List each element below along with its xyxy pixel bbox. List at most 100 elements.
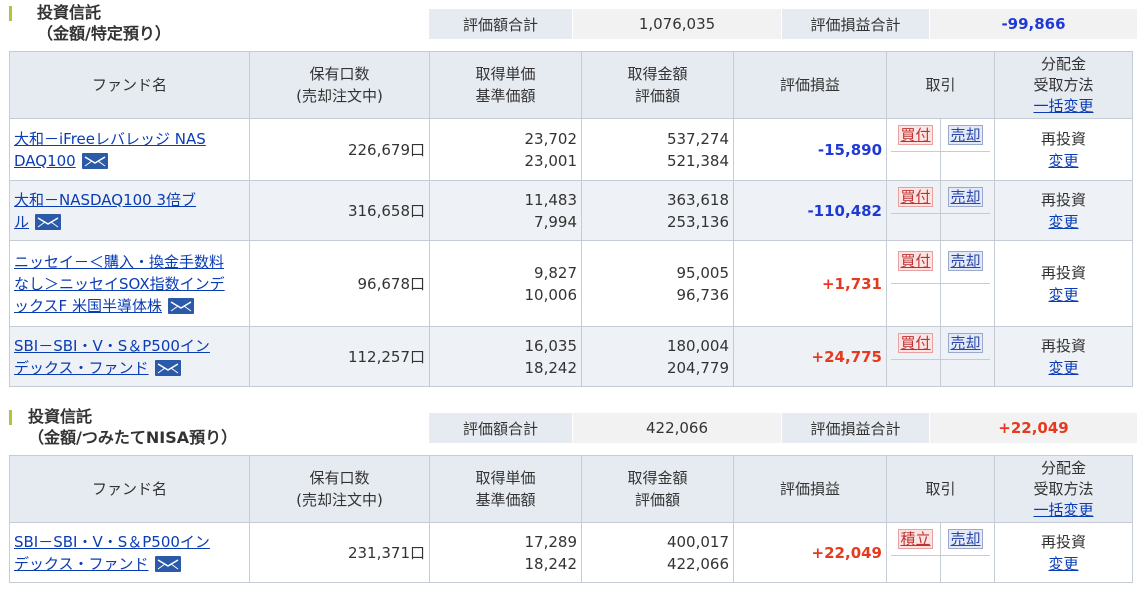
table-row: 大和－NASDAQ100 3倍ブル 316,658口 11,483 7,994 3… — [9, 180, 1133, 241]
total-value: 1,076,035 — [572, 9, 782, 39]
bulk-change-link[interactable]: 一括変更 — [1033, 501, 1093, 519]
accumulate-button[interactable]: 積立 — [898, 529, 933, 549]
distribution-change-link[interactable]: 変更 — [1048, 555, 1078, 573]
total-value-label: 評価額合計 — [429, 9, 573, 39]
fund-name-cell: 大和－NASDAQ100 3倍ブル — [9, 180, 250, 241]
distribution-cell: 再投資 変更 — [994, 180, 1133, 241]
section-title: 投資信託 — [28, 407, 93, 426]
trade-cell: 買付 売却 — [886, 240, 995, 327]
fund-name-cell: 大和－iFreeレバレッジ NAS DAQ100 — [9, 118, 250, 181]
price-cell: 17,289 18,242 — [429, 522, 582, 583]
amount-cell: 363,618 253,136 — [581, 180, 734, 241]
pl-cell: +1,731 — [733, 240, 887, 327]
holdings-table: ファンド名 保有口数 (売却注文中) 取得単価 基準価額 取得金額 評価額 評価損益 … — [9, 455, 1133, 583]
mail-icon[interactable] — [167, 298, 194, 314]
fund-link[interactable]: 大和－iFreeレバレッジ NAS DAQ100 — [14, 130, 206, 170]
header-units: 保有口数 (売却注文中) — [249, 455, 430, 523]
header-units: 保有口数 (売却注文中) — [249, 51, 430, 119]
mail-icon[interactable] — [154, 360, 181, 376]
amount-cell: 537,274 521,384 — [581, 118, 734, 181]
distribution-change-link[interactable]: 変更 — [1048, 213, 1078, 231]
table-row: SBI－SBI・V・S＆P500イン デックス・ファンド 231,371口 17,… — [9, 522, 1133, 583]
section-header: 投資信託 （金額/つみたてNISA預り） 評価額合計 422,066 評価損益合… — [0, 404, 1140, 452]
distribution-cell: 再投資 変更 — [994, 522, 1133, 583]
distribution-cell: 再投資 変更 — [994, 118, 1133, 181]
buy-button[interactable]: 買付 — [898, 125, 933, 145]
fund-name-cell: ニッセイ－＜購入・換金手数料 なし＞ニッセイSOX指数インデ ックスF 米国半導体株 — [9, 240, 250, 327]
total-value-label: 評価額合計 — [429, 413, 573, 443]
trade-cell: 積立 売却 — [886, 522, 995, 583]
header-distribution: 分配金 受取方法 一括変更 — [994, 455, 1133, 523]
sell-button[interactable]: 売却 — [948, 251, 983, 271]
total-pl-value: +22,049 — [929, 413, 1137, 443]
fund-name-cell: SBI－SBI・V・S＆P500イン デックス・ファンド — [9, 522, 250, 583]
mail-icon[interactable] — [154, 556, 181, 572]
distribution-change-link[interactable]: 変更 — [1048, 286, 1078, 304]
mail-icon[interactable] — [35, 214, 62, 230]
units-cell: 226,679口 — [249, 118, 430, 181]
holdings-table: ファンド名 保有口数 (売却注文中) 取得単価 基準価額 取得金額 評価額 評価損益 … — [9, 51, 1133, 387]
price-cell: 16,035 18,242 — [429, 326, 582, 387]
header-distribution: 分配金 受取方法 一括変更 — [994, 51, 1133, 119]
distribution-change-link[interactable]: 変更 — [1048, 152, 1078, 170]
fund-section-tokutei: 投資信託 （金額/特定預り） 評価額合計 1,076,035 評価損益合計 -9… — [0, 0, 1140, 392]
fund-name-cell: SBI－SBI・V・S＆P500イン デックス・ファンド — [9, 326, 250, 387]
table-row: ニッセイ－＜購入・換金手数料 なし＞ニッセイSOX指数インデ ックスF 米国半導体株… — [9, 240, 1133, 327]
trade-cell: 買付 売却 — [886, 180, 995, 241]
total-value: 422,066 — [572, 413, 782, 443]
table-header-row: ファンド名 保有口数 (売却注文中) 取得単価 基準価額 取得金額 評価額 評価損益 … — [9, 455, 1133, 523]
header-pl: 評価損益 — [733, 455, 887, 523]
header-amount: 取得金額 評価額 — [581, 455, 734, 523]
sell-button[interactable]: 売却 — [948, 333, 983, 353]
distribution-cell: 再投資 変更 — [994, 326, 1133, 387]
amount-cell: 180,004 204,779 — [581, 326, 734, 387]
header-amount: 取得金額 評価額 — [581, 51, 734, 119]
summary-table: 評価額合計 422,066 評価損益合計 +22,049 — [429, 413, 1137, 443]
amount-cell: 95,005 96,736 — [581, 240, 734, 327]
units-cell: 96,678口 — [249, 240, 430, 327]
units-cell: 112,257口 — [249, 326, 430, 387]
sell-button[interactable]: 売却 — [948, 125, 983, 145]
section-title: 投資信託 — [37, 3, 102, 22]
header-trade: 取引 — [886, 51, 995, 119]
pl-cell: -15,890 — [733, 118, 887, 181]
section-marker — [9, 6, 12, 21]
total-pl-label: 評価損益合計 — [781, 413, 930, 443]
section-header: 投資信託 （金額/特定預り） 評価額合計 1,076,035 評価損益合計 -9… — [0, 0, 1140, 48]
price-cell: 9,827 10,006 — [429, 240, 582, 327]
trade-cell: 買付 売却 — [886, 118, 995, 181]
total-pl-value: -99,866 — [929, 9, 1137, 39]
table-row: 大和－iFreeレバレッジ NAS DAQ100 226,679口 23,702 2… — [9, 118, 1133, 181]
buy-button[interactable]: 買付 — [898, 187, 933, 207]
header-fund-name: ファンド名 — [9, 455, 250, 523]
pl-cell: +24,775 — [733, 326, 887, 387]
mail-icon[interactable] — [81, 153, 108, 169]
header-trade: 取引 — [886, 455, 995, 523]
total-pl-label: 評価損益合計 — [781, 9, 930, 39]
summary-table: 評価額合計 1,076,035 評価損益合計 -99,866 — [429, 9, 1137, 39]
trade-cell: 買付 売却 — [886, 326, 995, 387]
distribution-change-link[interactable]: 変更 — [1048, 359, 1078, 377]
table-header-row: ファンド名 保有口数 (売却注文中) 取得単価 基準価額 取得金額 評価額 評価損益 … — [9, 51, 1133, 119]
units-cell: 231,371口 — [249, 522, 430, 583]
section-subtitle: （金額/つみたてNISA預り） — [28, 428, 238, 447]
pl-cell: -110,482 — [733, 180, 887, 241]
fund-section-nisa: 投資信託 （金額/つみたてNISA預り） 評価額合計 422,066 評価損益合… — [0, 392, 1140, 594]
amount-cell: 400,017 422,066 — [581, 522, 734, 583]
header-fund-name: ファンド名 — [9, 51, 250, 119]
pl-cell: +22,049 — [733, 522, 887, 583]
section-subtitle: （金額/特定預り） — [37, 24, 171, 43]
header-unit-price: 取得単価 基準価額 — [429, 51, 582, 119]
table-row: SBI－SBI・V・S＆P500イン デックス・ファンド 112,257口 16,… — [9, 326, 1133, 387]
price-cell: 23,702 23,001 — [429, 118, 582, 181]
sell-button[interactable]: 売却 — [948, 529, 983, 549]
units-cell: 316,658口 — [249, 180, 430, 241]
sell-button[interactable]: 売却 — [948, 187, 983, 207]
price-cell: 11,483 7,994 — [429, 180, 582, 241]
header-pl: 評価損益 — [733, 51, 887, 119]
buy-button[interactable]: 買付 — [898, 333, 933, 353]
distribution-cell: 再投資 変更 — [994, 240, 1133, 327]
buy-button[interactable]: 買付 — [898, 251, 933, 271]
bulk-change-link[interactable]: 一括変更 — [1033, 97, 1093, 115]
section-marker — [9, 410, 12, 425]
